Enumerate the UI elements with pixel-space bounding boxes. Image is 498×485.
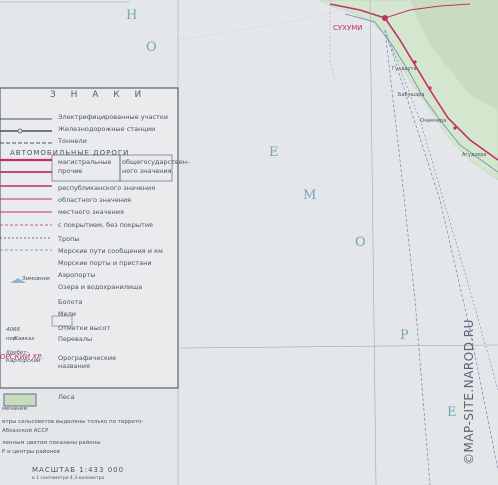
legend-item: Перевалы bbox=[58, 335, 93, 343]
place-label: Гуадаута bbox=[392, 66, 417, 72]
region-label: ОРСКИЙ ХР. bbox=[0, 353, 44, 361]
legend-item: Тропы bbox=[58, 235, 80, 243]
sea-letter: О bbox=[146, 40, 157, 55]
sea-letter: Р bbox=[400, 328, 409, 343]
legend-item: магистральные прочие bbox=[58, 158, 112, 175]
legend-item: областного значения bbox=[58, 196, 132, 204]
legend-item: Отметки высот bbox=[58, 324, 111, 332]
legend-sample-label: Кавказ bbox=[14, 336, 35, 342]
watermark-text: ©MAP-SITE.NAROD.RU bbox=[462, 319, 476, 465]
legend-item: Орографические названия bbox=[58, 354, 117, 370]
legend-roads-header: АВТОМОБИЛЬНЫЕ ДОРОГИ bbox=[10, 149, 130, 157]
legend-item: Железнодорожные станции bbox=[58, 125, 156, 133]
sea-letter: М bbox=[303, 188, 317, 203]
sea-letter: Е bbox=[269, 145, 279, 160]
scale-sub: в 1 сантиметре 4,3 километра bbox=[32, 476, 105, 481]
sea-letter: Н bbox=[126, 8, 138, 23]
place-label: Агудзера bbox=[462, 152, 487, 158]
legend-item: Электрифицированные участки bbox=[58, 113, 168, 121]
sea-letter: Е bbox=[447, 405, 457, 420]
scale-label: МАСШТАБ 1:433 000 bbox=[32, 466, 125, 474]
legend-item: Морские порты и пристани bbox=[58, 259, 152, 267]
legend-item: Мели bbox=[58, 310, 76, 318]
legend-item: республиканского значения bbox=[58, 184, 156, 192]
legend-item: Болота bbox=[58, 298, 83, 306]
map-legend: З Н А К И Электрифицированные участки Же… bbox=[0, 88, 189, 401]
note-line: Абхазской АССР bbox=[2, 428, 49, 434]
notes-heading: мечания: bbox=[2, 406, 29, 412]
place-label: Очамчира bbox=[420, 118, 447, 124]
sea-letter: О bbox=[355, 235, 366, 250]
note-line: етры сельсоветов выделены только по терр… bbox=[2, 419, 144, 425]
legend-item: Тоннели bbox=[58, 137, 87, 145]
legend-item: местного значения bbox=[58, 208, 124, 216]
place-label: Бабушара bbox=[398, 92, 425, 98]
note-line: ленным цветом показаны районы bbox=[2, 440, 101, 446]
city-marker bbox=[382, 15, 388, 21]
legend-sample-label: 4066 bbox=[6, 327, 20, 333]
legend-item: общегосударствен- ного значения bbox=[122, 158, 190, 175]
legend-item: Озера и водохранилища bbox=[58, 283, 143, 291]
note-line: Р и центры районов bbox=[2, 449, 60, 455]
legend-sample-label: Зимовник bbox=[22, 276, 51, 282]
legend-item: Морские пути сообщения и км bbox=[58, 247, 163, 255]
legend-title: З Н А К И bbox=[50, 90, 148, 100]
legend-item: Аэропорты bbox=[58, 271, 96, 279]
legend-item: Леса bbox=[58, 393, 75, 401]
map-canvas[interactable]: Н О Е М О Р Е СУХУМИ Гуадаута Бабушара О… bbox=[0, 0, 498, 485]
city-label[interactable]: СУХУМИ bbox=[333, 24, 363, 32]
legend-item: с покрытием, без покрытия bbox=[58, 221, 153, 229]
